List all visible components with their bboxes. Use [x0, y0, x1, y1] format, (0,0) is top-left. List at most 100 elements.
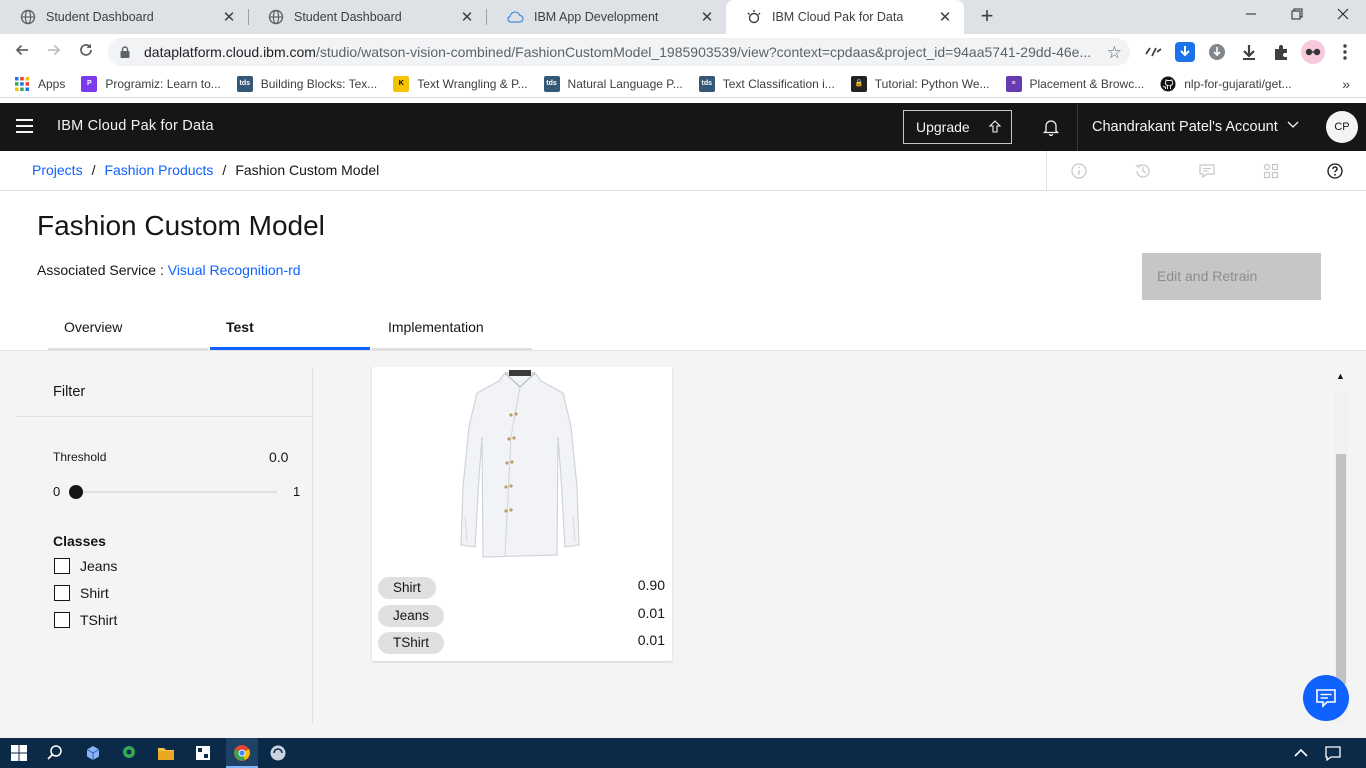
threshold-slider-track[interactable]	[77, 491, 277, 493]
chevron-up-icon[interactable]	[1292, 744, 1310, 762]
bookmark-placement[interactable]: ≡ Placement & Browc...	[1005, 75, 1145, 92]
help-icon[interactable]	[1326, 162, 1344, 180]
checkbox[interactable]	[54, 558, 70, 574]
scrollbar-thumb[interactable]	[1336, 454, 1346, 684]
account-switcher[interactable]: Chandrakant Patel's Account	[1092, 119, 1278, 135]
bookmark-label: Placement & Browc...	[1029, 76, 1145, 91]
close-icon[interactable]: ✕	[220, 8, 238, 26]
scroll-up-arrow-icon[interactable]: ▲	[1336, 371, 1345, 381]
lock-icon: 🔒	[850, 75, 867, 92]
tds-icon: tds	[543, 75, 560, 92]
bookmark-programiz[interactable]: P Programiz: Learn to...	[81, 75, 221, 92]
forward-arrow-icon[interactable]	[41, 40, 67, 64]
window-close-icon[interactable]	[1320, 0, 1366, 30]
class-filter-shirt[interactable]: Shirt	[54, 585, 109, 601]
tab-implementation[interactable]: Implementation	[372, 310, 532, 350]
upgrade-label: Upgrade	[916, 119, 970, 135]
browser-tab-strip: Student Dashboard ✕ Student Dashboard ✕ …	[0, 0, 1366, 34]
search-icon[interactable]	[46, 744, 64, 762]
edit-and-retrain-button[interactable]: Edit and Retrain	[1142, 253, 1321, 300]
bookmark-star-icon[interactable]: ☆	[1107, 43, 1122, 63]
breadcrumb-projects[interactable]: Projects	[32, 162, 83, 178]
bookmark-github[interactable]: nlp-for-gujarati/get...	[1160, 76, 1292, 92]
calculator-app-icon[interactable]	[194, 744, 212, 762]
close-icon[interactable]: ✕	[458, 8, 476, 26]
header-divider	[1077, 103, 1078, 151]
notification-bell-icon[interactable]	[1041, 117, 1061, 137]
downloads-icon[interactable]	[1239, 42, 1259, 62]
chevron-down-icon[interactable]	[1286, 117, 1300, 131]
class-filter-tshirt[interactable]: TShirt	[54, 612, 117, 628]
hamburger-menu-icon[interactable]	[16, 119, 33, 133]
chat-button[interactable]	[1303, 675, 1349, 721]
prediction-score: 0.90	[637, 577, 665, 593]
bookmark-text-classification[interactable]: tds Text Classification i...	[698, 75, 835, 92]
prediction-tag: Jeans	[378, 605, 445, 627]
address-bar[interactable]: dataplatform.cloud.ibm.com/studio/watson…	[108, 38, 1130, 66]
tab-title: Student Dashboard	[294, 10, 402, 24]
tab-test[interactable]: Test	[210, 310, 370, 350]
glasses-extension-icon[interactable]	[1143, 42, 1163, 62]
notifications-center-icon[interactable]	[1324, 744, 1342, 762]
filter-title: Filter	[53, 384, 86, 400]
associated-service-link[interactable]: Visual Recognition-rd	[168, 262, 301, 278]
chrome-icon[interactable]	[233, 744, 251, 762]
bookmark-label: Natural Language P...	[567, 76, 683, 91]
bookmark-building-blocks[interactable]: tds Building Blocks: Tex...	[236, 75, 378, 92]
breadcrumb-fashion-products[interactable]: Fashion Products	[104, 162, 213, 178]
back-arrow-icon[interactable]	[9, 40, 35, 64]
bookmark-text-wrangling[interactable]: K Text Wrangling & P...	[393, 75, 528, 92]
threshold-slider-handle[interactable]	[69, 485, 83, 499]
prediction-score: 0.01	[637, 605, 665, 621]
filter-divider	[16, 416, 313, 417]
cube-app-icon[interactable]	[84, 744, 102, 762]
file-explorer-icon[interactable]	[157, 744, 175, 762]
bookmarks-overflow-icon[interactable]: »	[1342, 76, 1350, 92]
minimize-icon[interactable]	[1228, 0, 1274, 30]
circle-download-icon[interactable]	[1207, 42, 1227, 62]
bookmark-python-tutorial[interactable]: 🔒 Tutorial: Python We...	[850, 75, 990, 92]
class-filter-jeans[interactable]: Jeans	[54, 558, 117, 574]
new-tab-button[interactable]: +	[976, 4, 998, 30]
restore-icon[interactable]	[1274, 0, 1320, 30]
info-icon[interactable]	[1070, 162, 1088, 180]
upgrade-button[interactable]: Upgrade	[903, 110, 1012, 144]
browser-tab[interactable]: Student Dashboard ✕	[0, 0, 248, 34]
browser-tab-active[interactable]: IBM Cloud Pak for Data ✕	[726, 0, 964, 34]
close-icon[interactable]: ✕	[698, 8, 716, 26]
list-icon: ≡	[1005, 75, 1022, 92]
bookmark-label: Programiz: Learn to...	[105, 76, 221, 91]
download-extension-icon[interactable]	[1175, 42, 1195, 62]
app-swirl-icon[interactable]	[269, 744, 287, 762]
breadcrumb-current: Fashion Custom Model	[235, 162, 380, 178]
checkbox[interactable]	[54, 585, 70, 601]
breadcrumb: Projects / Fashion Products / Fashion Cu…	[32, 162, 379, 178]
bookmark-apps[interactable]: Apps	[14, 76, 65, 92]
windows-taskbar	[0, 738, 1366, 768]
close-icon[interactable]: ✕	[936, 8, 954, 26]
reload-icon[interactable]	[73, 40, 99, 64]
bookmark-nlp[interactable]: tds Natural Language P...	[543, 75, 683, 92]
tab-title: IBM Cloud Pak for Data	[772, 10, 904, 24]
lock-icon	[120, 46, 130, 58]
url-host: dataplatform.cloud.ibm.com	[144, 44, 316, 60]
profile-avatar-icon[interactable]	[1301, 40, 1325, 64]
browser-tab[interactable]: Student Dashboard ✕	[248, 0, 486, 34]
extensions-puzzle-icon[interactable]	[1271, 42, 1291, 62]
menu-kebab-icon[interactable]	[1335, 42, 1355, 62]
globe-icon	[20, 9, 36, 25]
windows-start-icon[interactable]	[10, 744, 28, 762]
prediction-tag: TShirt	[378, 632, 445, 654]
prediction-score: 0.01	[637, 632, 665, 648]
avatar[interactable]: CP	[1326, 111, 1358, 143]
map-pin-app-icon[interactable]	[120, 744, 138, 762]
tab-overview[interactable]: Overview	[48, 310, 208, 350]
product-name[interactable]: IBM Cloud Pak for Data	[57, 118, 214, 134]
checkbox[interactable]	[54, 612, 70, 628]
browser-tab[interactable]: IBM App Development ✕	[486, 0, 726, 34]
assets-icon[interactable]	[1262, 162, 1280, 180]
history-icon[interactable]	[1134, 162, 1152, 180]
comment-icon[interactable]	[1198, 162, 1216, 180]
bookmark-label: Building Blocks: Tex...	[260, 76, 378, 91]
result-card[interactable]: Shirt 0.90 Jeans 0.01 TShirt 0.01	[372, 367, 672, 661]
